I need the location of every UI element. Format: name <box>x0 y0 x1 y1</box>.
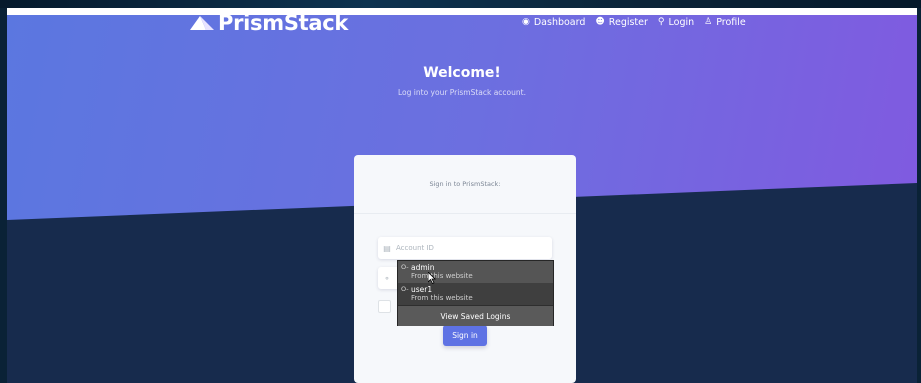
sign-in-button[interactable]: Sign in <box>443 325 487 346</box>
view-saved-logins-button[interactable]: View Saved Logins <box>398 305 553 326</box>
nav-profile[interactable]: ♙ Profile <box>704 17 746 28</box>
browser-toolbar-edge <box>0 8 921 15</box>
hero-section: PrismStack ◉ Dashboard ☻ Register ⚲ Logi… <box>7 15 917 383</box>
user-circle-icon: ☻ <box>595 17 605 27</box>
login-card-header: Sign in to PrismStack: <box>354 155 576 214</box>
key-icon: O- <box>401 285 409 293</box>
nav-profile-label: Profile <box>716 16 746 28</box>
nav-login[interactable]: ⚲ Login <box>658 17 694 28</box>
saved-login-item[interactable]: O- admin From this website <box>398 261 553 283</box>
nav-dashboard-label: Dashboard <box>533 16 586 28</box>
saved-login-source: From this website <box>411 272 473 280</box>
window-right-edge <box>917 8 921 383</box>
browser-top-strip <box>0 0 921 8</box>
lock-icon: ⚬ <box>383 273 391 283</box>
saved-login-username: admin <box>411 263 435 272</box>
page-title: Welcome! <box>423 65 501 81</box>
person-icon: ♙ <box>704 17 713 27</box>
nav-login-label: Login <box>668 16 695 28</box>
saved-logins-dropdown: O- admin From this website O- user1 From… <box>397 260 554 326</box>
nav-dashboard[interactable]: ◉ Dashboard <box>522 17 585 28</box>
brand-name: PrismStack <box>218 15 349 35</box>
dashboard-icon: ◉ <box>522 17 530 27</box>
key-icon: ⚲ <box>657 17 665 27</box>
page-subtitle: Log into your PrismStack account. <box>398 88 526 97</box>
prism-logo-icon <box>190 16 214 30</box>
saved-login-username: user1 <box>411 285 433 294</box>
login-card-header-text: Sign in to PrismStack: <box>429 180 501 188</box>
id-card-icon: ▤ <box>383 243 391 253</box>
saved-login-item[interactable]: O- user1 From this website <box>398 283 553 305</box>
nav-register[interactable]: ☻ Register <box>595 17 648 28</box>
account-id-field[interactable]: ▤ <box>378 237 552 259</box>
saved-login-source: From this website <box>411 294 473 302</box>
top-nav: ◉ Dashboard ☻ Register ⚲ Login ♙ Profile <box>522 15 746 29</box>
key-icon: O- <box>401 263 409 271</box>
nav-register-label: Register <box>608 16 648 28</box>
account-id-input[interactable] <box>396 244 536 252</box>
mouse-cursor-icon <box>428 272 436 284</box>
remember-checkbox[interactable] <box>378 300 391 313</box>
window-left-edge <box>0 8 7 383</box>
brand-logo[interactable]: PrismStack <box>190 15 349 35</box>
